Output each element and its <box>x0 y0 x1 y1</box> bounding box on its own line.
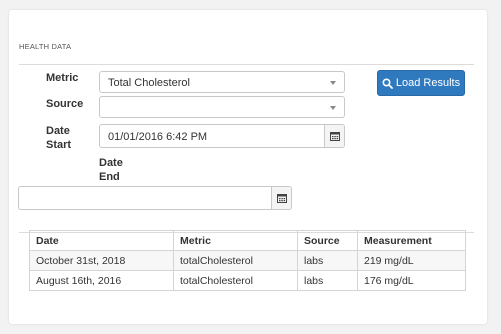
chevron-down-icon <box>330 81 336 85</box>
table-row: October 31st, 2018 totalCholesterol labs… <box>29 250 466 271</box>
cell-date: October 31st, 2018 <box>29 250 174 271</box>
date-start-label: Date Start <box>46 124 71 152</box>
date-start-field[interactable]: 01/01/2016 6:42 PM <box>99 124 345 148</box>
cell-source: labs <box>297 250 358 271</box>
cell-date: August 16th, 2016 <box>29 270 174 291</box>
calendar-icon[interactable] <box>324 125 344 147</box>
table-row: August 16th, 2016 totalCholesterol labs … <box>29 270 466 291</box>
divider <box>19 64 474 65</box>
cell-measurement: 176 mg/dL <box>357 270 466 291</box>
date-start-value: 01/01/2016 6:42 PM <box>108 131 208 143</box>
results-table: Date Metric Source Measurement October 3… <box>29 230 466 291</box>
date-end-field[interactable] <box>18 186 292 210</box>
date-end-label-line1: Date <box>99 157 123 169</box>
section-title: HEALTH DATA <box>19 42 72 51</box>
column-header-source[interactable]: Source <box>297 230 358 251</box>
cell-source: labs <box>297 270 358 291</box>
date-start-label-line1: Date <box>46 125 70 137</box>
chevron-down-icon <box>330 106 336 110</box>
source-label: Source <box>46 98 84 110</box>
cell-metric: totalCholesterol <box>173 270 298 291</box>
source-select[interactable] <box>99 96 345 118</box>
metric-label: Metric <box>46 72 79 84</box>
metric-select-value: Total Cholesterol <box>108 77 190 89</box>
load-results-label: Load Results <box>395 77 461 89</box>
column-header-metric[interactable]: Metric <box>173 230 298 251</box>
calendar-icon[interactable] <box>271 187 291 209</box>
cell-metric: totalCholesterol <box>173 250 298 271</box>
date-end-label: Date End <box>99 156 123 184</box>
search-icon <box>382 77 393 89</box>
column-header-measurement[interactable]: Measurement <box>357 230 466 251</box>
health-data-panel: HEALTH DATA Metric Total Cholesterol Sou… <box>9 10 487 324</box>
load-results-button[interactable]: Load Results <box>377 70 465 96</box>
date-end-label-line2: End <box>99 171 120 183</box>
column-header-date[interactable]: Date <box>29 230 174 251</box>
metric-select[interactable]: Total Cholesterol <box>99 71 345 93</box>
date-start-label-line2: Start <box>46 139 72 151</box>
table-header-row: Date Metric Source Measurement <box>29 230 466 251</box>
cell-measurement: 219 mg/dL <box>357 250 466 271</box>
